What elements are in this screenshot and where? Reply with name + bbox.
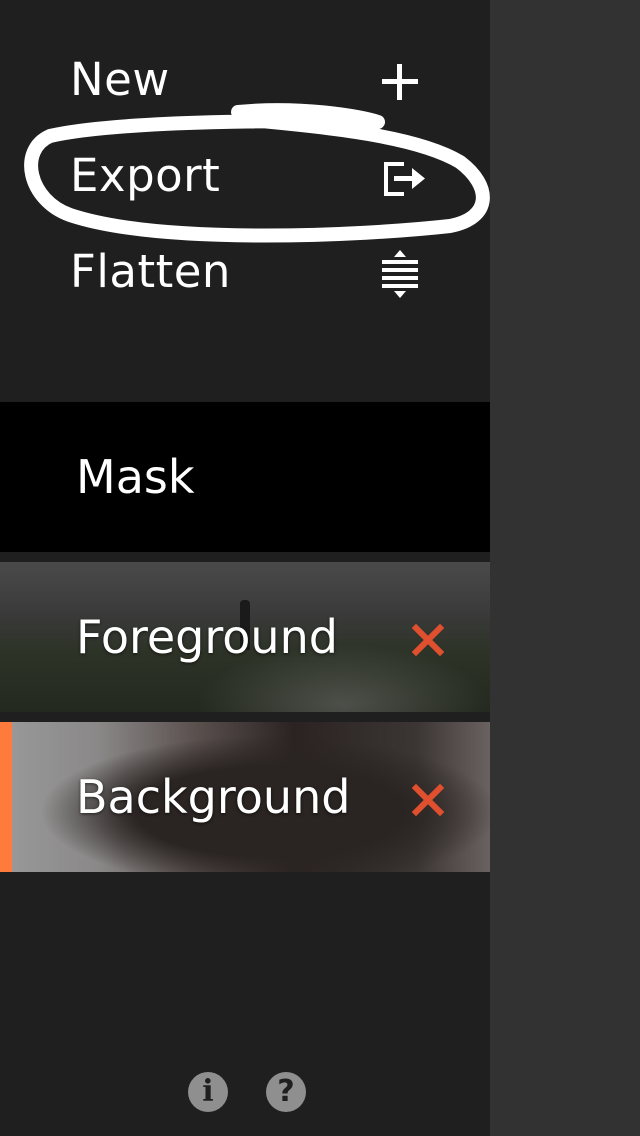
layer-label: Background [76,770,351,824]
new-label: New [70,53,170,106]
new-button[interactable]: New [0,32,490,128]
export-button[interactable]: Export [0,128,490,224]
active-layer-indicator [0,722,12,872]
side-panel: New Export Flatten Mask Foreground Backg… [0,0,490,1136]
flatten-button[interactable]: Flatten [0,224,490,320]
export-label: Export [70,149,221,202]
flatten-label: Flatten [70,245,231,298]
layer-label: Mask [76,450,195,504]
layer-label: Foreground [76,610,338,664]
layer-foreground[interactable]: Foreground [0,562,490,712]
delete-background-icon[interactable] [404,776,452,824]
help-icon[interactable]: ? [266,1072,306,1112]
info-icon[interactable]: i [188,1072,228,1112]
layer-thumbnail [0,402,490,552]
canvas-area[interactable] [490,0,640,1136]
layer-background[interactable]: Background [0,722,490,872]
layer-mask[interactable]: Mask [0,402,490,552]
plus-icon [382,64,418,100]
delete-foreground-icon[interactable] [404,616,452,664]
export-icon [384,162,425,196]
flatten-icon [382,250,418,298]
